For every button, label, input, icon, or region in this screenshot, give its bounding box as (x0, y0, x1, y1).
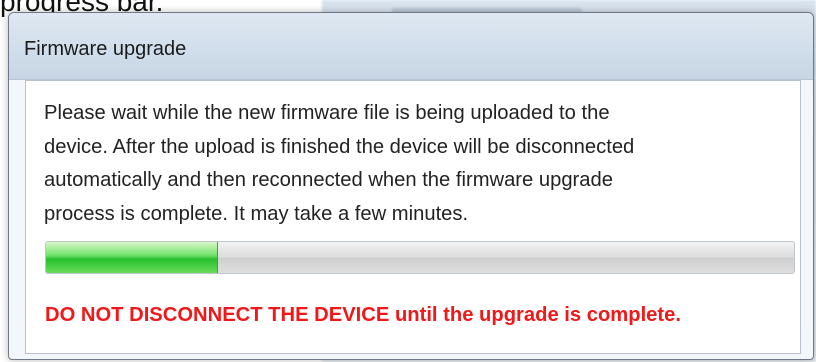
upload-message: Please wait while the new firmware file … (44, 97, 779, 231)
message-line: Please wait while the new firmware file … (44, 102, 610, 124)
title-bar: Firmware upgrade (9, 13, 813, 80)
disconnect-warning: DO NOT DISCONNECT THE DEVICE until the u… (45, 304, 681, 326)
message-line: process is complete. It may take a few m… (44, 202, 469, 225)
upload-progress-bar (45, 241, 795, 274)
screenshot-page: progress bar. Firmware upgrade Please wa… (0, 0, 816, 362)
dialog-content: Please wait while the new firmware file … (25, 80, 801, 354)
message-line: automatically and then reconnected when … (44, 169, 613, 191)
firmware-upgrade-dialog: Firmware upgrade Please wait while the n… (8, 12, 814, 360)
message-line: device. After the upload is finished the… (44, 135, 635, 158)
window-title: Firmware upgrade (24, 38, 187, 60)
progress-fill (46, 242, 219, 273)
